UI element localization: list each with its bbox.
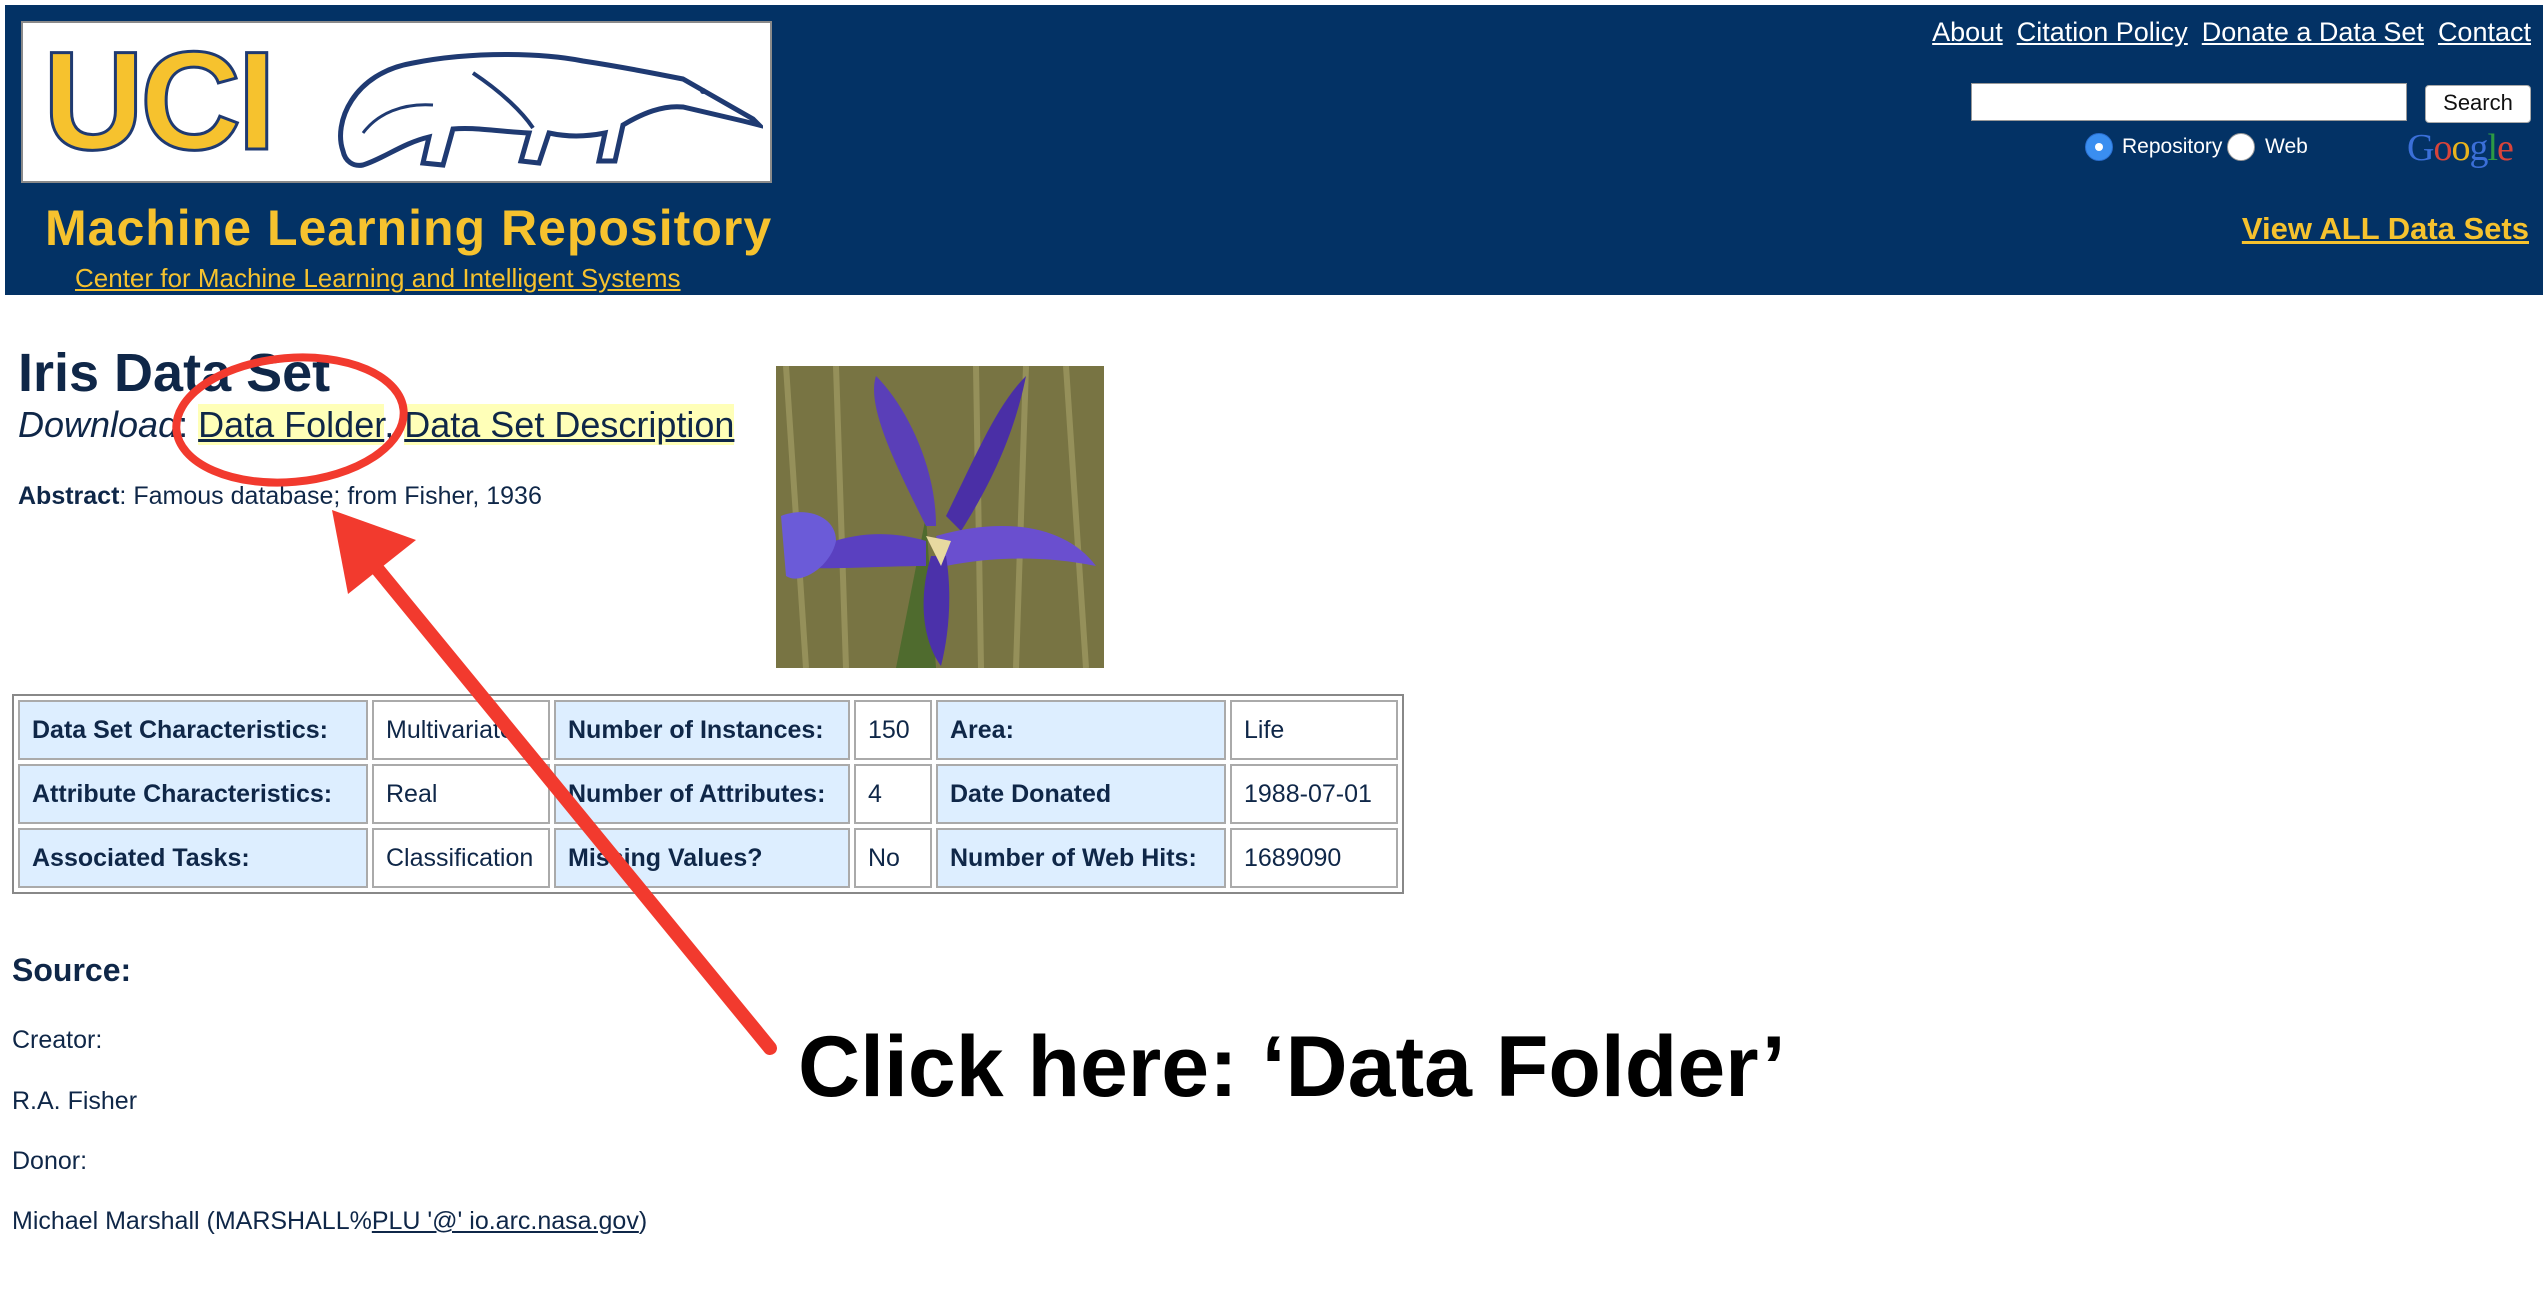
annotation-arrow-shaft (363, 553, 777, 1055)
annotation-text: Click here: ‘Data Folder’ (798, 1019, 1786, 1115)
highlight-circle (172, 353, 408, 487)
annotation-arrow-head (332, 510, 416, 594)
